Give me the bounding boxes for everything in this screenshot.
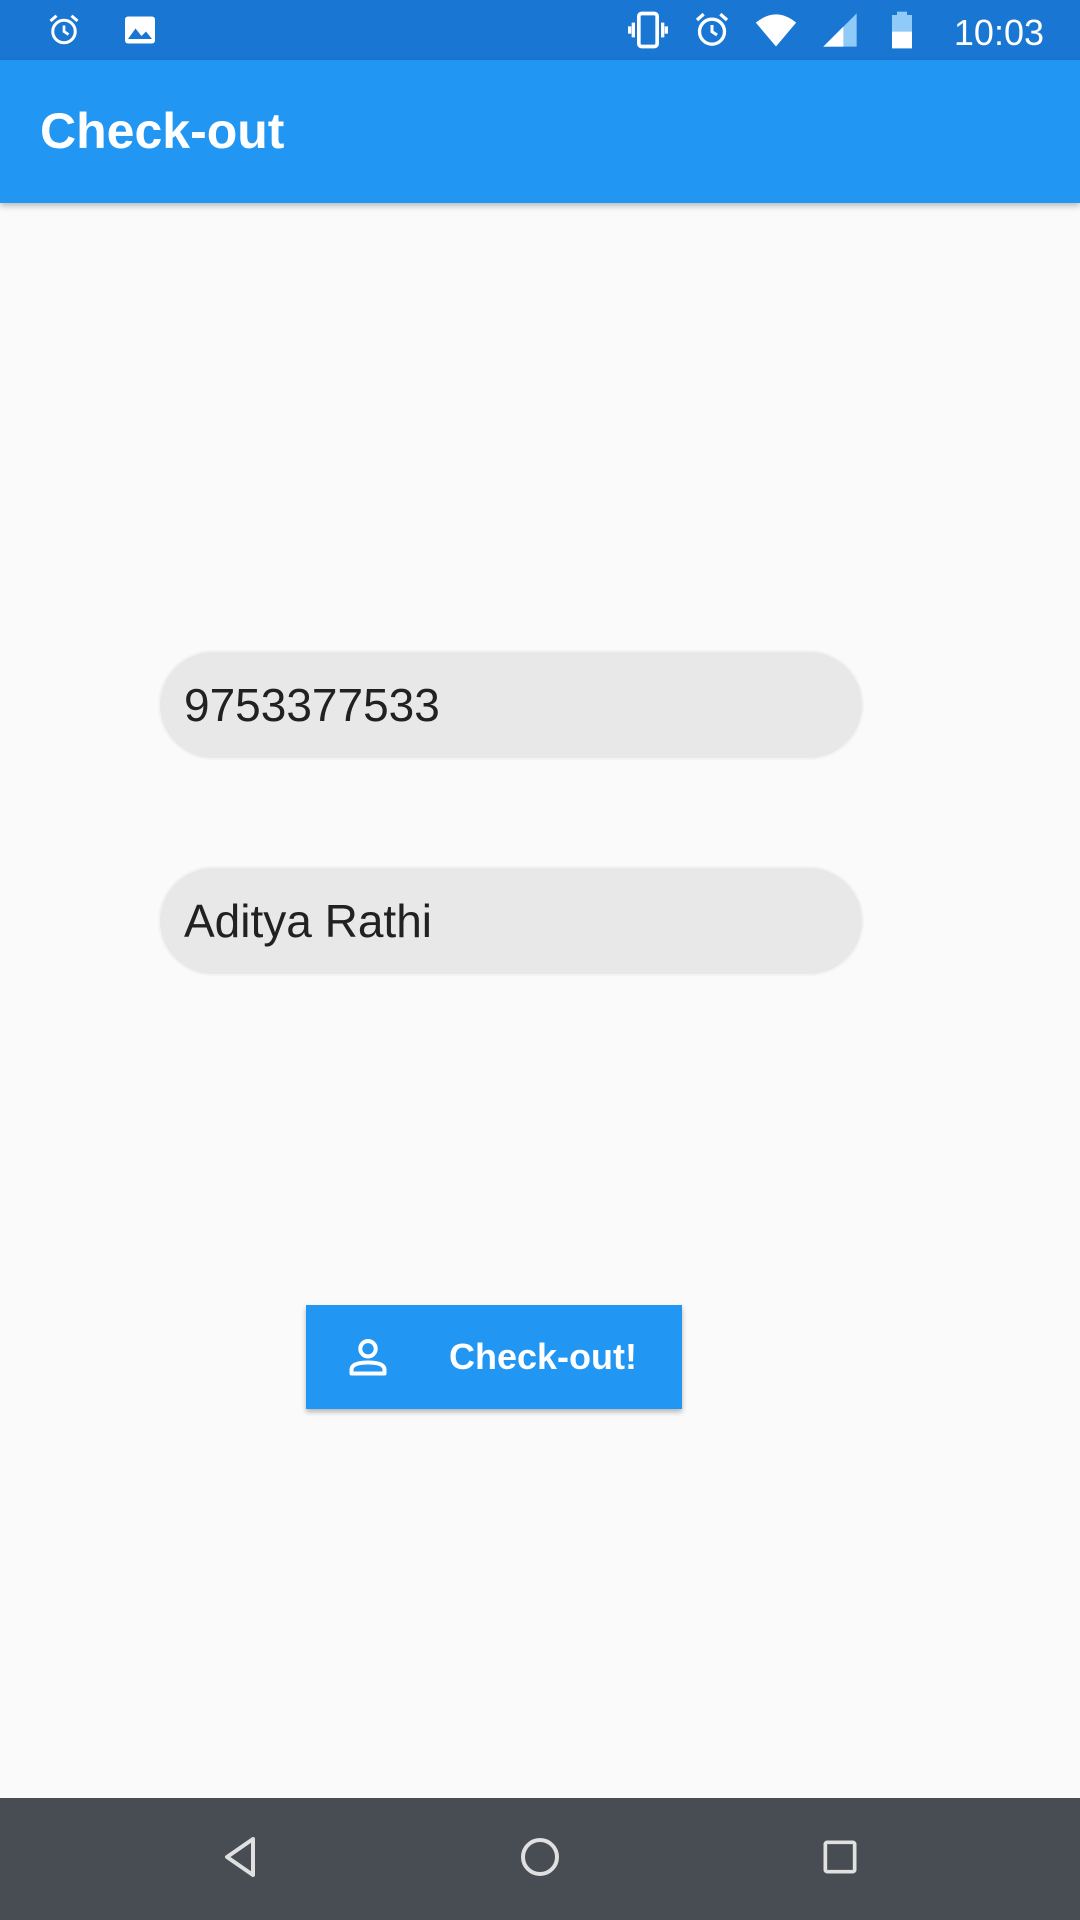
status-bar: 10:03 <box>0 0 1080 60</box>
navigation-bar <box>0 1798 1080 1920</box>
back-icon <box>217 1833 265 1886</box>
image-icon <box>122 12 158 53</box>
alarm-icon <box>46 12 82 53</box>
app-bar: Check-out <box>0 60 1080 203</box>
alarm-icon <box>692 10 732 55</box>
battery-icon <box>882 8 922 57</box>
wifi-icon <box>754 8 798 57</box>
status-time: 10:03 <box>953 11 1044 53</box>
home-icon <box>516 1833 564 1886</box>
signal-icon <box>820 10 860 55</box>
home-button[interactable] <box>510 1829 570 1889</box>
checkout-screen: 10:03 Check-out Check-out! <box>0 0 1080 1920</box>
name-field[interactable] <box>158 866 864 976</box>
recents-button[interactable] <box>810 1829 870 1889</box>
phone-field[interactable] <box>158 650 864 760</box>
back-button[interactable] <box>211 1829 271 1889</box>
checkout-button-label: Check-out! <box>449 1336 637 1377</box>
checkout-button[interactable]: Check-out! <box>306 1305 682 1409</box>
vibrate-icon <box>626 8 670 57</box>
page-title: Check-out <box>40 103 285 159</box>
person-icon <box>346 1335 390 1379</box>
recents-icon <box>818 1835 862 1884</box>
